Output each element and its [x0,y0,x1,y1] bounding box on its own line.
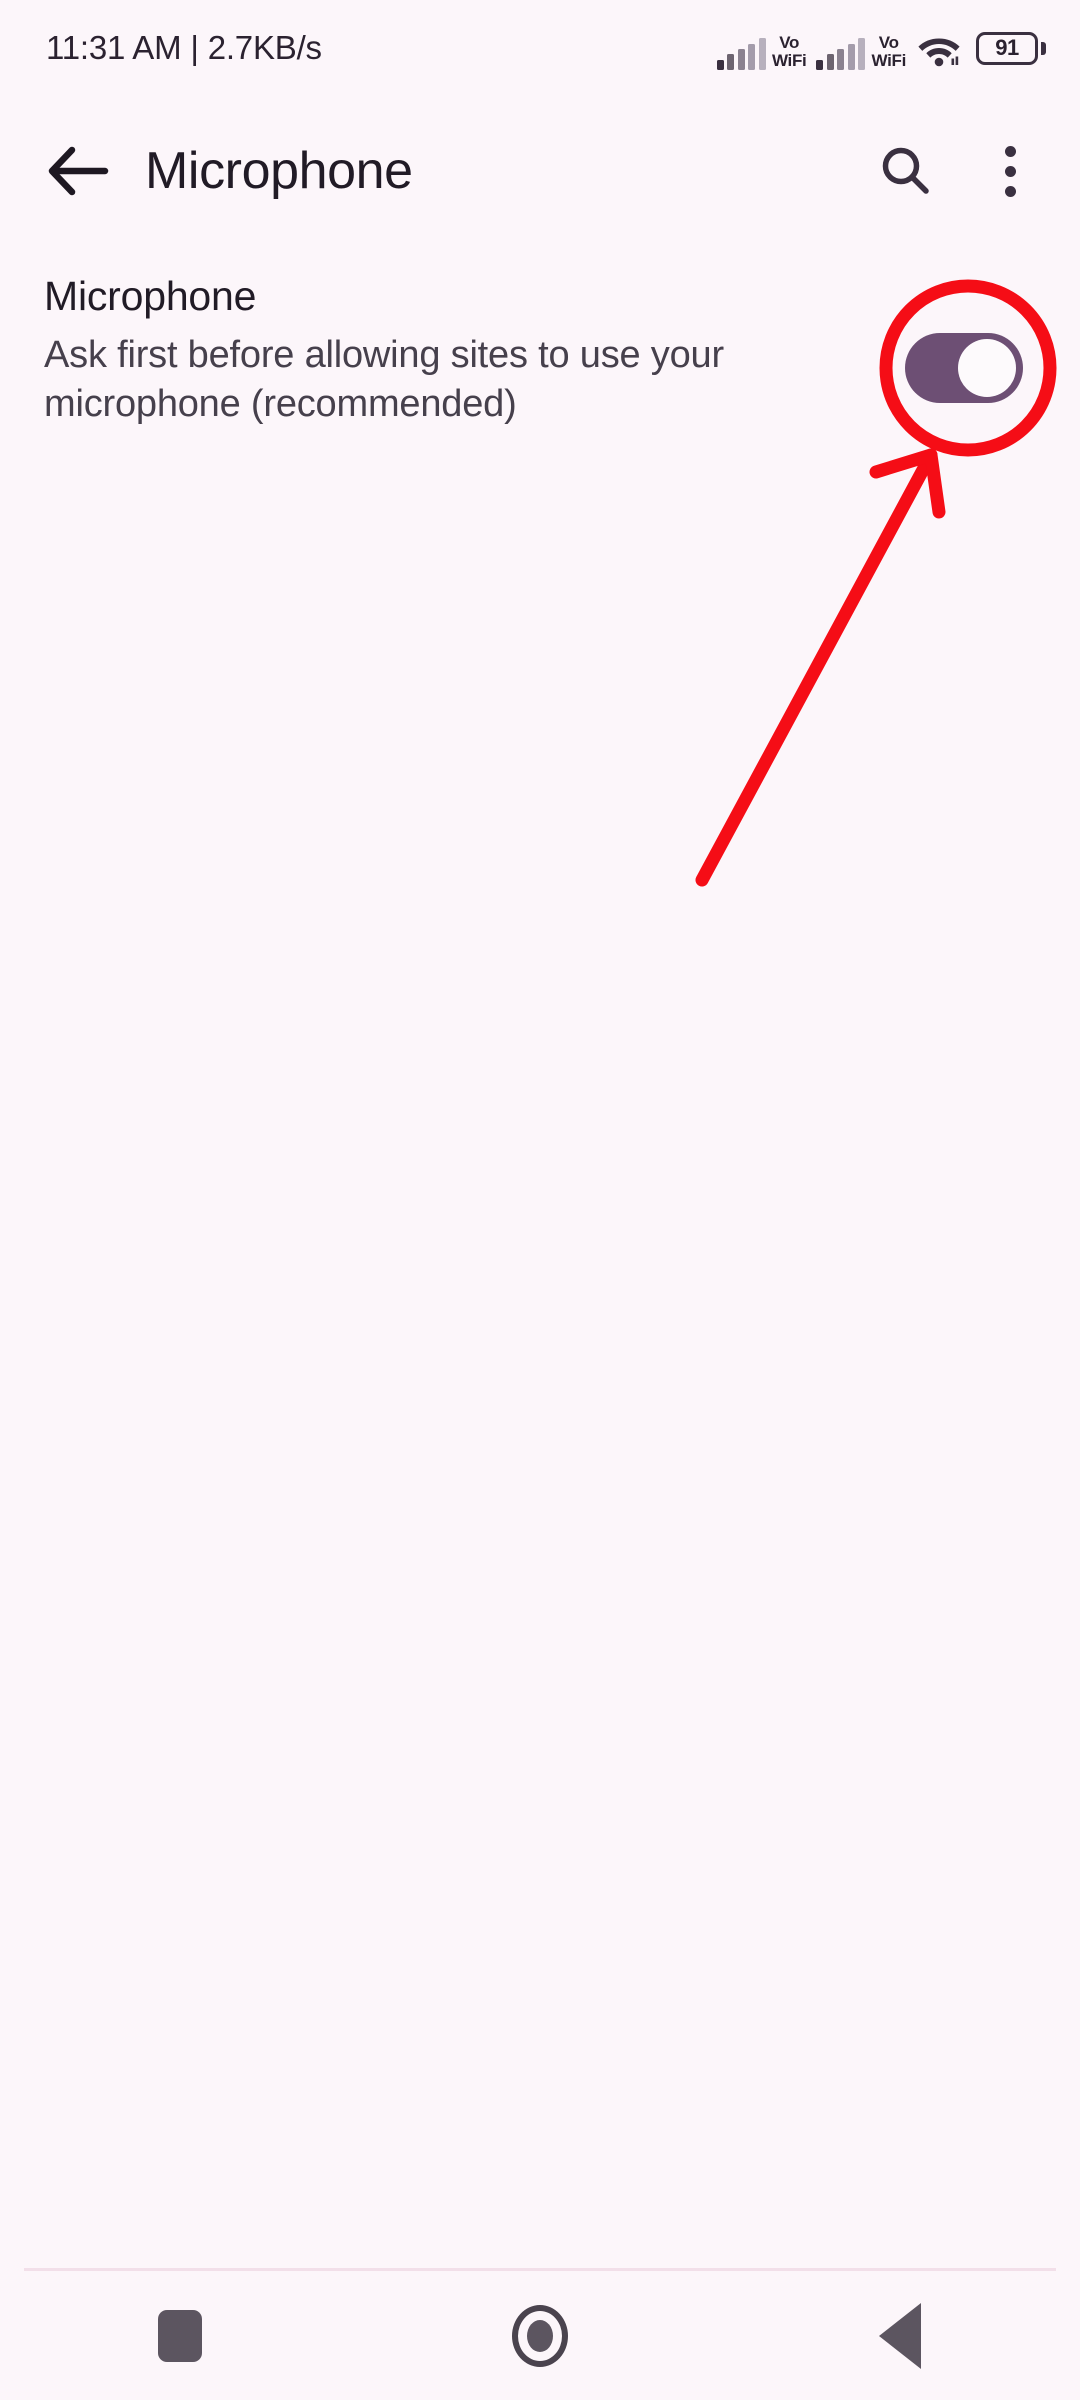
sim2-signal-indicator: Vo WiFi [816,26,906,70]
pointer-arrow-head-icon [869,448,946,519]
phone-screen: 11:31 AM | 2.7KB/s Vo WiFi Vo WiFi 91 Mi… [0,0,1080,2400]
signal-bars-icon [816,38,866,70]
back-triangle-icon [879,2302,921,2369]
vowifi-label-1: Vo WiFi [772,34,807,69]
recents-square-icon [158,2309,202,2362]
app-bar-actions [854,119,1080,223]
back-arrow-icon [48,146,109,196]
battery-indicator: 91 [976,31,1046,65]
microphone-toggle-switch[interactable] [905,333,1023,403]
back-button[interactable] [720,2271,1080,2400]
home-circle-icon [512,2304,568,2367]
battery-cap-icon [1041,41,1046,55]
overflow-menu-icon [1004,145,1016,197]
setting-description: Ask first before allowing sites to use y… [44,334,724,425]
overflow-menu-button[interactable] [958,119,1062,223]
vowifi-line1: Vo [878,33,899,53]
vowifi-label-2: Vo WiFi [871,34,906,69]
pointer-arrow-shaft [695,448,938,887]
sim1-signal-indicator: Vo WiFi [716,26,807,70]
recents-button[interactable] [0,2271,360,2400]
search-button[interactable] [854,119,958,223]
vowifi-line1: Vo [779,33,800,53]
setting-title: Microphone [44,273,257,319]
wifi-icon [918,38,960,67]
toggle-knob [958,339,1016,397]
microphone-toggle-container[interactable] [905,333,1023,403]
battery-percentage: 91 [995,35,1019,60]
setting-text-block: Microphone Ask first before allowing sit… [44,272,834,429]
battery-body: 91 [976,31,1038,65]
page-title: Microphone [145,142,413,200]
vowifi-line2: WiFi [771,50,807,70]
app-bar: Microphone [0,96,1080,246]
status-bar: 11:31 AM | 2.7KB/s Vo WiFi Vo WiFi 91 [0,0,1080,96]
status-icons: Vo WiFi Vo WiFi 91 [716,26,1046,70]
home-button[interactable] [360,2271,720,2400]
back-navigation-button[interactable] [23,116,133,226]
signal-bars-icon [716,38,766,70]
vowifi-line2: WiFi [871,50,906,70]
status-time-and-network-speed: 11:31 AM | 2.7KB/s [46,29,322,66]
system-navigation-bar [0,2271,1080,2400]
search-icon [882,147,929,194]
